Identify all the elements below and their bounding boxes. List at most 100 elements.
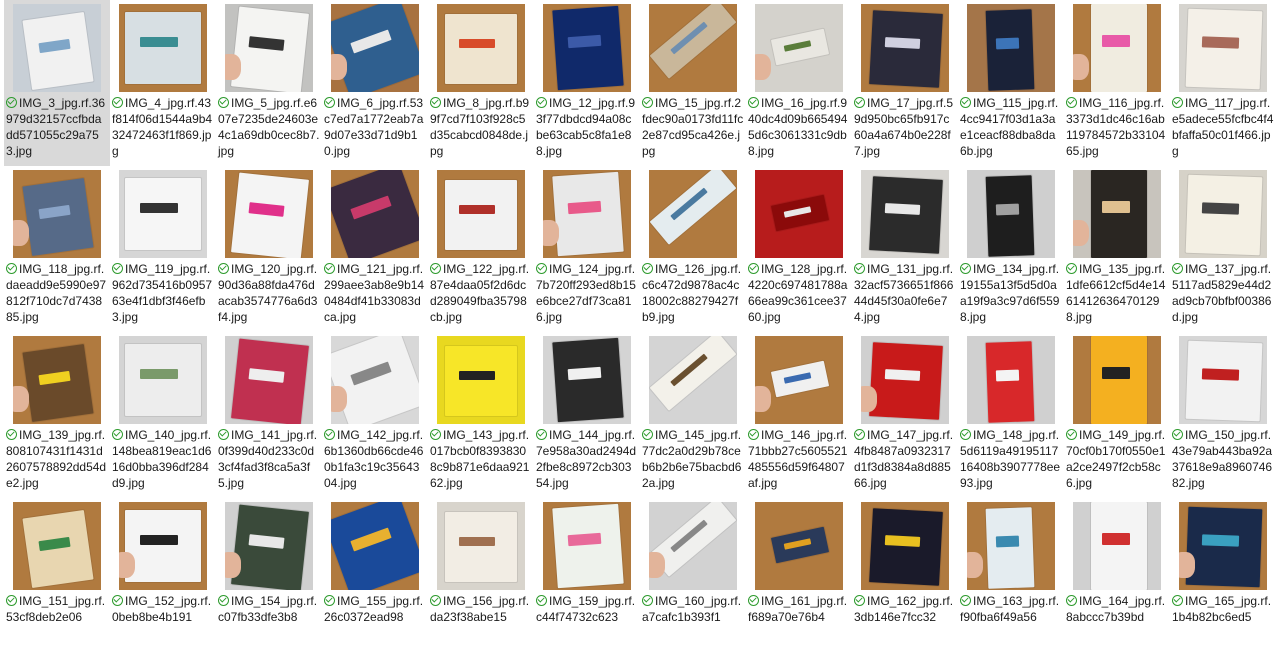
file-name: IMG_141_jpg.rf.0f399d40d233c0d3cf4fad3f8…	[218, 427, 320, 491]
file-item[interactable]: IMG_137_jpg.rf.5117ad5829e44d2ad9cb70bfb…	[1170, 166, 1276, 332]
thumbnail-hand	[1179, 552, 1195, 578]
file-name-label: IMG_135_jpg.rf.1dfe6612cf5d4e14614126364…	[1066, 262, 1166, 324]
file-item[interactable]: IMG_161_jpg.rf.f689a70e76b4	[746, 498, 852, 664]
file-item[interactable]: IMG_149_jpg.rf.70cf0b170f0550e1a2ce2497f…	[1064, 332, 1170, 498]
thumbnail-accent	[884, 36, 921, 50]
file-item[interactable]: IMG_142_jpg.rf.6b1360db66cde460b1fa3c19c…	[322, 332, 428, 498]
file-item[interactable]: IMG_3_jpg.rf.36979d32157ccfbdadd571055c2…	[4, 0, 110, 166]
file-item[interactable]: IMG_15_jpg.rf.2fdec90a0173fd11fc2e87cd95…	[640, 0, 746, 166]
file-thumbnail	[755, 502, 843, 590]
file-item[interactable]: IMG_5_jpg.rf.e607e7235de24603e4c1a69db0c…	[216, 0, 322, 166]
file-item[interactable]: IMG_115_jpg.rf.4cc9417f03d1a3ae1ceacf88d…	[958, 0, 1064, 166]
file-item[interactable]: IMG_8_jpg.rf.b99f7cd7f103f928c5d35cabcd0…	[428, 0, 534, 166]
file-name: IMG_148_jpg.rf.5d6119a4919511716408b3907…	[960, 427, 1062, 491]
file-item[interactable]: IMG_152_jpg.rf.0beb8be4b191	[110, 498, 216, 664]
file-item[interactable]: IMG_6_jpg.rf.53c7ed7a1772eab7a9d07e33d71…	[322, 0, 428, 166]
file-thumbnail	[861, 336, 949, 424]
file-name-label: IMG_144_jpg.rf.7e958a30ad2494d2fbe8c8972…	[536, 428, 637, 490]
file-item[interactable]: IMG_139_jpg.rf.808107431f1431d2607578892…	[4, 332, 110, 498]
file-item[interactable]: IMG_156_jpg.rf.da23f38abe15	[428, 498, 534, 664]
sync-status-icon	[218, 595, 229, 606]
thumbnail-book	[22, 178, 94, 256]
file-item[interactable]: IMG_150_jpg.rf.43e79ab443ba92a37618e9a89…	[1170, 332, 1276, 498]
file-item[interactable]: IMG_120_jpg.rf.90d36a88fda476dacab357477…	[216, 166, 322, 332]
sync-status-icon	[642, 429, 653, 440]
file-name: IMG_140_jpg.rf.148bea819eac1d616d0bba396…	[112, 427, 214, 491]
file-name-label: IMG_5_jpg.rf.e607e7235de24603e4c1a69db0c…	[218, 96, 320, 158]
file-item[interactable]: IMG_135_jpg.rf.1dfe6612cf5d4e14614126364…	[1064, 166, 1170, 332]
file-name: IMG_164_jpg.rf.8abccc7b39bd	[1066, 593, 1168, 625]
file-thumbnail	[967, 170, 1055, 258]
file-item[interactable]: IMG_159_jpg.rf.c44f74732c623	[534, 498, 640, 664]
file-name: IMG_143_jpg.rf.017bcb0f83938308c9b871e6d…	[430, 427, 532, 491]
file-name-label: IMG_163_jpg.rf.f90fba6f49a56	[960, 594, 1060, 624]
file-name: IMG_162_jpg.rf.3db146e7fcc32	[854, 593, 956, 625]
file-name-label: IMG_124_jpg.rf.7b720ff293ed8b15e6bce27df…	[536, 262, 636, 324]
file-item[interactable]: IMG_141_jpg.rf.0f399d40d233c0d3cf4fad3f8…	[216, 332, 322, 498]
file-item[interactable]: IMG_16_jpg.rf.940dc4d09b6654945d6c306133…	[746, 0, 852, 166]
sync-status-icon	[218, 263, 229, 274]
file-item[interactable]: IMG_146_jpg.rf.71bbb27c5605521485556d59f…	[746, 332, 852, 498]
file-item[interactable]: IMG_17_jpg.rf.59d950bc65fb917c60a4a674b0…	[852, 0, 958, 166]
file-name-label: IMG_162_jpg.rf.3db146e7fcc32	[854, 594, 954, 624]
file-name: IMG_131_jpg.rf.32acf5736651f86644d45f30a…	[854, 261, 956, 325]
file-thumbnail	[861, 4, 949, 92]
file-item[interactable]: IMG_147_jpg.rf.4fb8487a0932317d1f3d8384a…	[852, 332, 958, 498]
file-name: IMG_5_jpg.rf.e607e7235de24603e4c1a69db0c…	[218, 95, 320, 159]
file-item[interactable]: IMG_151_jpg.rf.53cf8deb2e06	[4, 498, 110, 664]
file-item[interactable]: IMG_145_jpg.rf.77dc2a0d29b78ceb6b2b6e75b…	[640, 332, 746, 498]
sync-status-icon	[6, 429, 17, 440]
sync-status-icon	[748, 595, 759, 606]
file-item[interactable]: IMG_143_jpg.rf.017bcb0f83938308c9b871e6d…	[428, 332, 534, 498]
file-name-label: IMG_126_jpg.rf.c6c472d9878ac4c18002c8827…	[642, 262, 742, 324]
file-item[interactable]: IMG_128_jpg.rf.4220c697481788a66ea99c361…	[746, 166, 852, 332]
thumbnail-book	[649, 170, 737, 245]
file-name: IMG_151_jpg.rf.53cf8deb2e06	[6, 593, 108, 625]
file-item[interactable]: IMG_118_jpg.rf.daeadd9e5990e97812f710dc7…	[4, 166, 110, 332]
thumbnail-accent	[995, 535, 1020, 548]
sync-status-icon	[1066, 263, 1077, 274]
file-item[interactable]: IMG_119_jpg.rf.962d735416b095763e4f1dbf3…	[110, 166, 216, 332]
thumbnail-accent	[1102, 34, 1131, 48]
file-item[interactable]: IMG_155_jpg.rf.26c0372ead98	[322, 498, 428, 664]
thumbnail-book	[649, 336, 737, 411]
thumbnail-accent	[140, 37, 179, 48]
file-item[interactable]: IMG_162_jpg.rf.3db146e7fcc32	[852, 498, 958, 664]
file-name: IMG_122_jpg.rf.87e4daa05f2d6dcd289049fba…	[430, 261, 532, 325]
thumbnail-book	[331, 4, 419, 92]
file-item[interactable]: IMG_164_jpg.rf.8abccc7b39bd	[1064, 498, 1170, 664]
file-item[interactable]: IMG_121_jpg.rf.299aee3ab8e9b140484df41b3…	[322, 166, 428, 332]
thumbnail-book	[1091, 336, 1147, 424]
file-item[interactable]: IMG_12_jpg.rf.93f77dbdcd94a08cbe63cab5c8…	[534, 0, 640, 166]
file-item[interactable]: IMG_122_jpg.rf.87e4daa05f2d6dcd289049fba…	[428, 166, 534, 332]
thumbnail-hand	[967, 552, 983, 578]
file-item[interactable]: IMG_165_jpg.rf.1b4b82bc6ed5	[1170, 498, 1276, 664]
file-item[interactable]: IMG_117_jpg.rf.e5adece55fcfbc4f4bfaffa50…	[1170, 0, 1276, 166]
file-item[interactable]: IMG_163_jpg.rf.f90fba6f49a56	[958, 498, 1064, 664]
sync-status-icon	[1066, 595, 1077, 606]
file-name: IMG_155_jpg.rf.26c0372ead98	[324, 593, 426, 625]
thumbnail-book	[649, 4, 737, 79]
sync-status-icon	[960, 429, 971, 440]
sync-status-icon	[1172, 429, 1183, 440]
file-name-label: IMG_122_jpg.rf.87e4daa05f2d6dcd289049fba…	[430, 262, 530, 324]
file-thumbnail	[1179, 336, 1267, 424]
file-item[interactable]: IMG_148_jpg.rf.5d6119a4919511716408b3907…	[958, 332, 1064, 498]
file-name: IMG_150_jpg.rf.43e79ab443ba92a37618e9a89…	[1172, 427, 1274, 491]
file-item[interactable]: IMG_116_jpg.rf.3373d1dc46c16ab119784572b…	[1064, 0, 1170, 166]
file-item[interactable]: IMG_131_jpg.rf.32acf5736651f86644d45f30a…	[852, 166, 958, 332]
file-item[interactable]: IMG_154_jpg.rf.c07fb33dfe3b8	[216, 498, 322, 664]
file-item[interactable]: IMG_144_jpg.rf.7e958a30ad2494d2fbe8c8972…	[534, 332, 640, 498]
file-name-label: IMG_146_jpg.rf.71bbb27c5605521485556d59f…	[748, 428, 848, 490]
file-item[interactable]: IMG_4_jpg.rf.43f814f06d1544a9b432472463f…	[110, 0, 216, 166]
file-name: IMG_137_jpg.rf.5117ad5829e44d2ad9cb70bfb…	[1172, 261, 1274, 325]
file-thumbnail	[437, 336, 525, 424]
file-name: IMG_119_jpg.rf.962d735416b095763e4f1dbf3…	[112, 261, 214, 325]
file-item[interactable]: IMG_126_jpg.rf.c6c472d9878ac4c18002c8827…	[640, 166, 746, 332]
file-item[interactable]: IMG_160_jpg.rf.a7cafc1b393f1	[640, 498, 746, 664]
file-item[interactable]: IMG_134_jpg.rf.19155a13f5d5d0aa19f9a3c97…	[958, 166, 1064, 332]
file-item[interactable]: IMG_124_jpg.rf.7b720ff293ed8b15e6bce27df…	[534, 166, 640, 332]
file-item[interactable]: IMG_140_jpg.rf.148bea819eac1d616d0bba396…	[110, 332, 216, 498]
file-name: IMG_117_jpg.rf.e5adece55fcfbc4f4bfaffa50…	[1172, 95, 1274, 159]
thumbnail-book	[552, 337, 624, 423]
